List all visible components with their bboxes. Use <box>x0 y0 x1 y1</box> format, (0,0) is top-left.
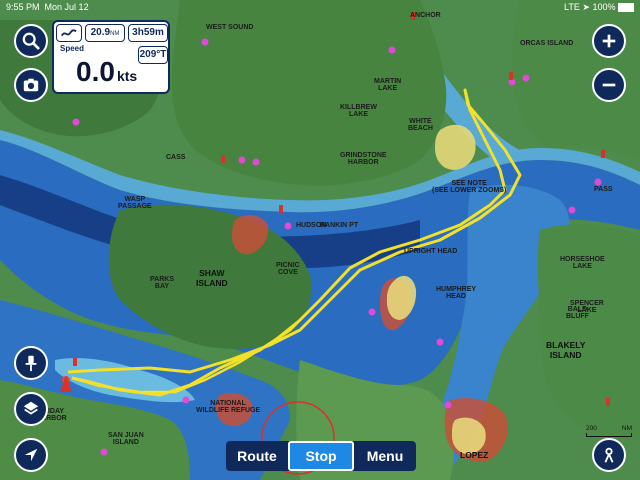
battery-icon <box>618 3 634 13</box>
buoy-marker <box>444 401 452 409</box>
location-icon: ➤ <box>582 2 590 12</box>
zoom-out-button[interactable] <box>592 68 626 102</box>
search-button[interactable] <box>14 24 48 58</box>
menu-button[interactable]: Menu <box>354 441 416 471</box>
buoy-marker <box>238 156 246 164</box>
buoy-marker <box>568 206 576 214</box>
search-icon <box>22 32 40 50</box>
label-shaw-island: SHAW ISLAND <box>196 268 228 288</box>
label-picnic-cove: PICNIC COVE <box>276 262 300 276</box>
buoy-marker <box>252 158 260 166</box>
label-orcas-island: ORCAS ISLAND <box>520 40 574 47</box>
status-right: LTE ➤ 100% <box>564 0 634 14</box>
label-white-beach: WHITE BEACH <box>408 118 433 132</box>
label-see-note: SEE NOTE (SEE LOWER ZOOMS) <box>432 180 507 194</box>
stop-button[interactable]: Stop <box>288 441 354 471</box>
navigation-arrow-icon <box>24 448 38 462</box>
label-killbrew-lake: KILLBREW LAKE <box>340 104 377 118</box>
scale-left: 200 <box>586 425 597 432</box>
nav-aid <box>601 150 605 158</box>
nav-aid <box>606 398 610 406</box>
label-national-wildlife-refuge: NATIONAL WILDLIFE REFUGE <box>196 400 261 414</box>
label-bald-bluff: BALD BLUFF <box>566 306 589 320</box>
eta-value: 3h59m <box>132 27 164 38</box>
heading-readout: 209°T <box>138 46 168 64</box>
bottom-action-bar: Route Stop Menu <box>226 441 416 471</box>
status-date: Mon Jul 12 <box>44 2 89 12</box>
buoy-marker <box>284 222 292 230</box>
nav-aid <box>73 358 77 366</box>
locate-button[interactable] <box>14 438 48 472</box>
speed-value-wrap: 0.0 kts <box>76 54 137 94</box>
nav-aid <box>221 155 225 163</box>
label-parks-bay: PARKS BAY <box>150 276 174 290</box>
instrument-panel[interactable]: 20.9NM 3h59m Speed 0.0 kts 209°T <box>52 20 170 94</box>
buoy-marker <box>368 308 376 316</box>
nav-aid <box>279 205 283 213</box>
layers-icon <box>23 401 39 415</box>
buoy-marker <box>436 338 444 346</box>
label-cass: CASS <box>166 154 186 161</box>
label-horseshoe-lake: HORSESHOE LAKE <box>560 256 605 270</box>
layers-button[interactable] <box>14 392 48 426</box>
speed-value: 0.0 <box>76 56 115 87</box>
buoy-marker <box>522 74 530 82</box>
zoom-in-button[interactable] <box>592 24 626 58</box>
label-pass: PASS <box>594 186 613 193</box>
minus-icon <box>602 83 616 87</box>
label-hudson: HUDSON <box>296 222 327 229</box>
scale-line <box>586 433 632 437</box>
label-martin-lake: MARTIN LAKE <box>374 78 402 92</box>
route-button[interactable]: Route <box>226 441 288 471</box>
label-blakely-island: BLAKELY ISLAND <box>546 340 586 360</box>
buoy-marker <box>388 46 396 54</box>
buoy-marker <box>201 38 209 46</box>
label-upright-head: UPRIGHT HEAD <box>404 248 458 255</box>
network-indicator: LTE <box>564 2 580 12</box>
plus-icon <box>602 34 616 48</box>
speed-unit: kts <box>116 68 138 84</box>
buoy-marker <box>72 118 80 126</box>
status-time: 9:55 PM <box>6 2 40 12</box>
label-grindstone-harbor: GRINDSTONE HARBOR <box>340 152 387 166</box>
status-bar: 9:55 PM Mon Jul 12 LTE ➤ 100% <box>0 0 640 14</box>
buoy-marker <box>594 178 602 186</box>
label-lopez: LOPEZ <box>460 450 489 460</box>
scale-bar: 200 NM <box>586 425 632 437</box>
distance-value: 20.9 <box>90 27 111 38</box>
distance-readout: 20.9NM <box>85 24 125 42</box>
camera-icon <box>23 78 39 92</box>
distance-unit: NM <box>110 31 120 37</box>
battery-percent: 100% <box>592 2 616 12</box>
label-wasp-passage: WASP PASSAGE <box>118 196 152 210</box>
track-mode-toggle[interactable] <box>56 24 82 42</box>
pin-icon <box>25 355 37 372</box>
label-san-juan-island: SAN JUAN ISLAND <box>108 432 144 446</box>
buoy-marker <box>182 396 190 404</box>
speed-label: Speed <box>60 44 85 53</box>
buoy-marker <box>100 448 108 456</box>
heading-value: 209°T <box>139 49 167 60</box>
person-icon <box>604 447 614 463</box>
pin-button[interactable] <box>14 346 48 380</box>
speed-readout: Speed 0.0 kts <box>56 44 137 94</box>
camera-button[interactable] <box>14 68 48 102</box>
profile-button[interactable] <box>592 438 626 472</box>
label-humphrey-head: HUMPHREY HEAD <box>436 286 477 300</box>
label-west-sound: WEST SOUND <box>206 24 254 31</box>
route-squiggle-icon <box>61 29 77 37</box>
eta-readout: 3h59m <box>128 24 168 42</box>
nav-aid <box>509 72 513 80</box>
status-left: 9:55 PM Mon Jul 12 <box>6 0 89 14</box>
scale-right: NM <box>621 425 632 432</box>
